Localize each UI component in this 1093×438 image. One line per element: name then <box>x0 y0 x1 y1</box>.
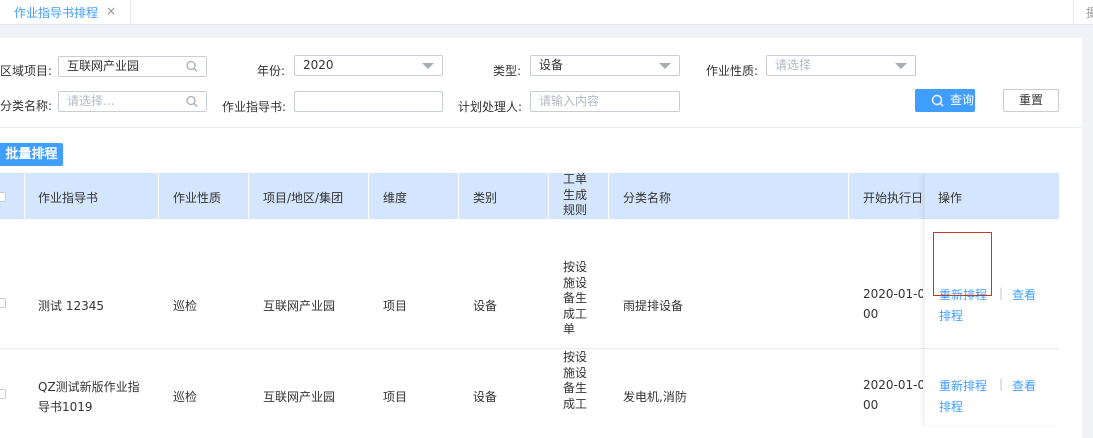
col-divider <box>848 173 849 219</box>
caret-down-icon <box>422 63 434 69</box>
tab-label[interactable]: 作业指导书排程 <box>14 4 98 21</box>
cell-guide: QZ测试新版作业指 <box>38 380 140 394</box>
search-icon[interactable] <box>184 93 200 110</box>
handler-placeholder: 请输入内容 <box>539 94 600 108</box>
reset-button[interactable]: 重置 <box>1003 89 1059 112</box>
highlight-box <box>933 232 992 296</box>
nature-placeholder: 请选择 <box>775 58 812 72</box>
header-start-date[interactable]: 开始执行日期 <box>863 189 923 206</box>
cell-rule: 按设施设备生成工单 <box>563 260 588 336</box>
select-all-checkbox[interactable] <box>0 192 6 202</box>
category-label: 分类名称: <box>0 99 53 113</box>
year-label: 年份: <box>257 64 286 78</box>
search-icon <box>931 94 944 107</box>
cell-guide-cont: 导书1019 <box>38 400 93 414</box>
guide-label: 作业指导书: <box>222 100 287 114</box>
header-project[interactable]: 项目/地区/集团 <box>263 189 343 206</box>
header-ops: 操作 <box>938 191 963 205</box>
cell-start-time: 00 <box>863 398 879 412</box>
schedule-link[interactable]: 排程 <box>939 398 963 415</box>
col-divider <box>158 173 159 219</box>
cell-guide: 测试 12345 <box>38 299 104 313</box>
cell-category: 设备 <box>473 390 498 404</box>
row-divider <box>0 348 1059 349</box>
row-divider <box>925 348 1059 349</box>
handler-label: 计划处理人: <box>458 100 523 114</box>
cell-class-name: 发电机,消防 <box>623 390 687 404</box>
search-icon[interactable] <box>184 58 200 75</box>
guide-input[interactable] <box>294 91 443 112</box>
view-link[interactable]: 查看 <box>1012 377 1036 394</box>
nature-label: 作业性质: <box>706 64 759 78</box>
year-value: 2020 <box>303 58 334 72</box>
cell-dimension: 项目 <box>383 390 408 404</box>
tab-clipped[interactable]: 摄 <box>1073 0 1093 24</box>
batch-schedule-button[interactable]: 批量排程 <box>0 143 63 166</box>
reschedule-link[interactable]: 重新排程 <box>939 377 987 394</box>
header-dimension[interactable]: 维度 <box>383 189 407 206</box>
cell-project: 互联网产业园 <box>263 299 336 313</box>
cell-start-date: 2020-01-01 <box>863 287 923 301</box>
cell-dimension: 项目 <box>383 299 408 313</box>
tab-schedule[interactable]: 作业指导书排程 × <box>0 0 131 24</box>
cell-nature: 巡检 <box>173 299 198 313</box>
divider <box>0 127 1082 128</box>
col-divider <box>608 173 609 219</box>
cell-project: 互联网产业园 <box>263 390 336 404</box>
nature-select[interactable]: 请选择 <box>766 55 916 76</box>
col-divider <box>368 173 369 219</box>
col-divider <box>24 173 25 219</box>
year-select[interactable]: 2020 <box>294 55 443 76</box>
view-link[interactable]: 查看 <box>1012 286 1036 303</box>
region-label: 区域项目: <box>0 64 53 78</box>
category-placeholder: 请选择... <box>67 94 115 108</box>
type-select[interactable]: 设备 <box>530 55 680 76</box>
cell-category: 设备 <box>473 299 498 313</box>
type-value: 设备 <box>539 58 564 72</box>
col-divider <box>458 173 459 219</box>
query-label: 查询 <box>950 93 975 107</box>
query-button[interactable]: 查询 <box>915 89 975 112</box>
type-label: 类型: <box>493 64 522 78</box>
tab-bar: 作业指导书排程 × 摄 <box>0 0 1093 25</box>
scrollbar-track[interactable] <box>1082 38 1093 425</box>
header-nature[interactable]: 作业性质 <box>173 189 221 206</box>
col-divider <box>548 173 549 219</box>
cell-start-date: 2020-01-01 <box>863 378 923 392</box>
col-divider <box>248 173 249 219</box>
category-input[interactable]: 请选择... <box>58 91 207 112</box>
caret-down-icon <box>659 63 671 69</box>
close-icon[interactable]: × <box>106 4 116 18</box>
cell-start-time: 00 <box>863 307 879 321</box>
tab-clipped-label[interactable]: 摄 <box>1086 4 1093 21</box>
cell-nature: 巡检 <box>173 390 198 404</box>
row-checkbox[interactable] <box>0 389 6 399</box>
handler-input[interactable]: 请输入内容 <box>530 91 680 112</box>
ops-header-cell: 操作 <box>925 173 1059 219</box>
header-category[interactable]: 类别 <box>473 189 497 206</box>
op-separator: | <box>999 286 1004 300</box>
table-header: 作业指导书 作业性质 项目/地区/集团 维度 类别 工单生成规则 分类名称 开始… <box>0 172 1059 219</box>
region-input[interactable]: 互联网产业园 <box>58 56 207 77</box>
caret-down-icon <box>895 63 907 69</box>
region-value: 互联网产业园 <box>67 59 140 73</box>
header-class-name[interactable]: 分类名称 <box>623 189 671 206</box>
op-separator: | <box>999 377 1004 391</box>
schedule-link[interactable]: 排程 <box>939 307 963 324</box>
row-checkbox[interactable] <box>0 298 6 308</box>
cell-class-name: 雨提排设备 <box>623 299 684 313</box>
header-rule[interactable]: 工单生成规则 <box>563 172 591 219</box>
header-guide[interactable]: 作业指导书 <box>38 189 98 206</box>
cell-rule: 按设施设备生成工 <box>563 350 588 411</box>
